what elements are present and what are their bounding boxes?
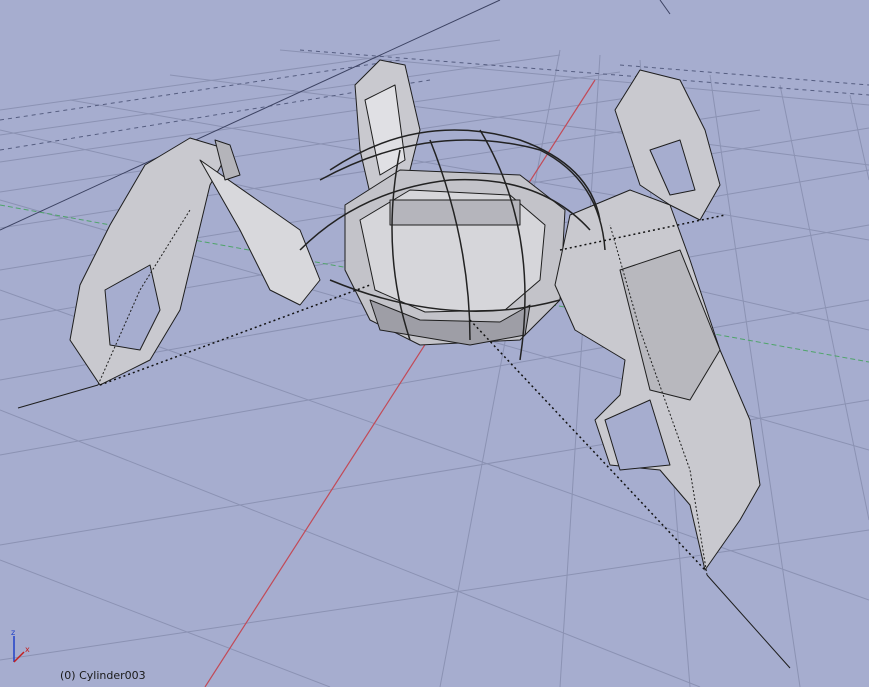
grid-diagonal-line-2 — [659, 0, 671, 15]
viewport-status-text: (0) Cylinder003 — [60, 669, 146, 682]
grid-dashed-lines — [0, 49, 869, 151]
left-leg[interactable] — [17, 137, 321, 409]
3d-viewport[interactable]: z x (0) Cylinder003 — [0, 0, 869, 687]
robot-mesh[interactable] — [17, 59, 791, 669]
viewport-canvas[interactable] — [0, 0, 869, 687]
axis-orientation-gizmo: z x — [11, 628, 30, 663]
x-axis-label: x — [25, 645, 30, 654]
x-axis-indicator — [13, 651, 25, 663]
robot-torso[interactable] — [344, 169, 566, 346]
right-leg[interactable] — [554, 189, 791, 669]
z-axis-label: z — [11, 628, 15, 637]
